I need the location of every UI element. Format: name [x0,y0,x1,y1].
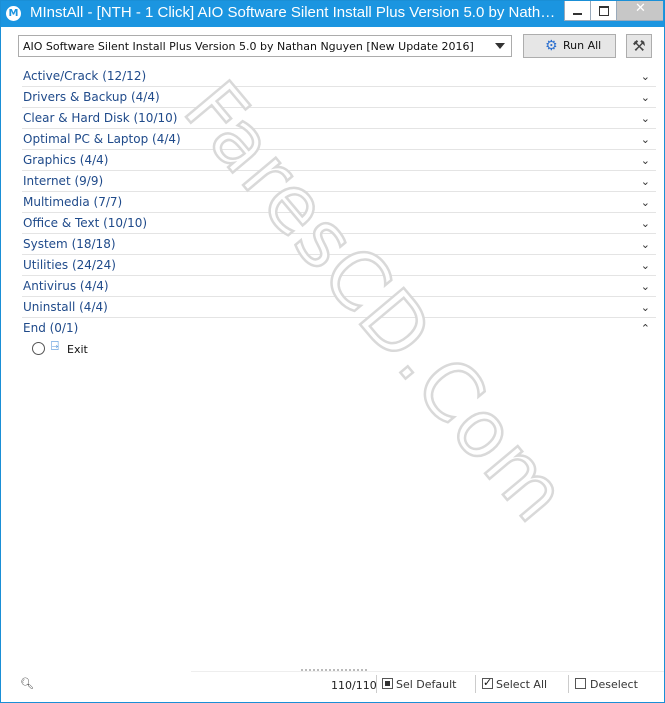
chevron-down-icon[interactable]: ⌄ [641,112,650,125]
item-radio[interactable] [32,342,45,355]
run-all-label: Run All [563,39,602,52]
select-all-checkbox[interactable] [482,676,493,689]
main-window: M MInstAll - [NTH - 1 Click] AIO Softwar… [0,0,665,703]
run-all-button[interactable]: ⚙ Run All [523,34,616,58]
chevron-down-icon [495,43,505,49]
group-header[interactable]: Optimal PC & Laptop (4/4) ⌄ [22,129,656,150]
list-item[interactable]: ⍈ Exit [22,339,656,359]
chevron-down-icon[interactable]: ⌄ [641,70,650,83]
close-icon: ✕ [635,1,646,16]
sel-default-label[interactable]: Sel Default [396,678,457,691]
group-label: Active/Crack (12/12) [23,69,147,83]
group-list: Active/Crack (12/12) ⌄ Drivers & Backup (4… [22,66,656,359]
gear-icon: ⚙ [545,38,558,54]
group-label: End (0/1) [23,321,79,335]
selected-count: 110/110 [331,679,377,692]
item-label: Exit [67,343,88,356]
group-header[interactable]: Multimedia (7/7) ⌄ [22,192,656,213]
chevron-down-icon[interactable]: ⌄ [641,217,650,230]
group-header[interactable]: Utilities (24/24) ⌄ [22,255,656,276]
group-header[interactable]: Drivers & Backup (4/4) ⌄ [22,87,656,108]
chevron-down-icon[interactable]: ⌄ [641,154,650,167]
chevron-down-icon[interactable]: ⌄ [641,91,650,104]
group-header[interactable]: End (0/1) ⌃ [22,318,656,339]
select-all-label[interactable]: Select All [496,678,547,691]
maximize-button[interactable] [590,1,616,21]
exit-icon: ⍈ [51,339,59,354]
group-label: Graphics (4/4) [23,153,109,167]
chevron-down-icon[interactable]: ⌄ [641,238,650,251]
window-title: MInstAll - [NTH - 1 Click] AIO Software … [30,4,560,21]
group-header[interactable]: Antivirus (4/4) ⌄ [22,276,656,297]
chevron-up-icon[interactable]: ⌃ [641,322,650,335]
group-label: Internet (9/9) [23,174,104,188]
chevron-down-icon[interactable]: ⌄ [641,133,650,146]
group-label: Utilities (24/24) [23,258,116,272]
group-header[interactable]: Internet (9/9) ⌄ [22,171,656,192]
group-label: System (18/18) [23,237,116,251]
chevron-down-icon[interactable]: ⌄ [641,259,650,272]
title-bar[interactable]: M MInstAll - [NTH - 1 Click] AIO Softwar… [1,1,664,27]
deselect-label[interactable]: Deselect [590,678,638,691]
deselect-checkbox[interactable] [575,678,586,689]
group-label: Drivers & Backup (4/4) [23,90,160,104]
group-header[interactable]: Clear & Hard Disk (10/10) ⌄ [22,108,656,129]
group-label: Multimedia (7/7) [23,195,123,209]
chevron-down-icon[interactable]: ⌄ [641,196,650,209]
chevron-down-icon[interactable]: ⌄ [641,301,650,314]
group-header[interactable]: System (18/18) ⌄ [22,234,656,255]
chevron-down-icon[interactable]: ⌄ [641,280,650,293]
app-icon: M [6,6,21,21]
sel-default-checkbox[interactable] [382,678,393,689]
group-label: Antivirus (4/4) [23,279,109,293]
group-label: Office & Text (10/10) [23,216,148,230]
group-header[interactable]: Graphics (4/4) ⌄ [22,150,656,171]
group-label: Clear & Hard Disk (10/10) [23,111,178,125]
tools-icon: ⚒ [632,37,646,55]
close-button[interactable]: ✕ [616,1,663,21]
group-header[interactable]: Office & Text (10/10) ⌄ [22,213,656,234]
tools-button[interactable]: ⚒ [626,34,652,58]
search-icon[interactable]: 🔍︎ [20,677,34,690]
group-label: Uninstall (4/4) [23,300,108,314]
package-select[interactable]: AIO Software Silent Install Plus Version… [18,35,512,57]
package-select-value: AIO Software Silent Install Plus Version… [23,40,474,53]
minimize-button[interactable] [564,1,590,21]
group-header[interactable]: Active/Crack (12/12) ⌄ [22,66,656,87]
resize-grip[interactable] [301,669,367,675]
group-header[interactable]: Uninstall (4/4) ⌄ [22,297,656,318]
status-bar: 🔍︎ 110/110 Sel Default Select All Desele… [1,669,664,703]
chevron-down-icon[interactable]: ⌄ [641,175,650,188]
group-label: Optimal PC & Laptop (4/4) [23,132,181,146]
